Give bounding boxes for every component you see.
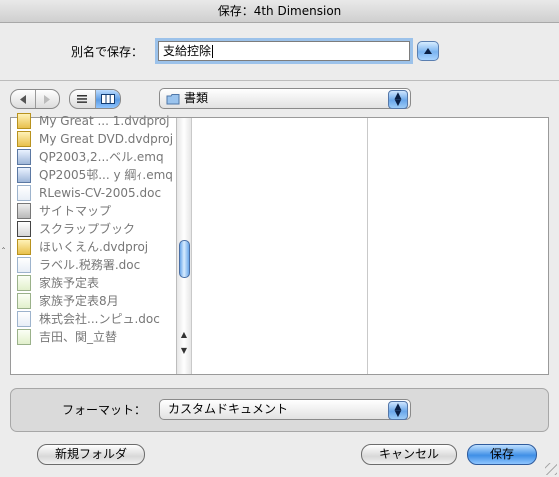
file-list-item[interactable]: RLewis-CV-2005.doc [11,184,176,202]
file-name: 株式会社...ンピュ.doc [39,312,160,326]
txt-file-icon [17,293,31,309]
file-list-item[interactable]: スクラップブック [11,220,176,238]
column-view-button[interactable] [95,90,120,108]
scroll-thumb[interactable] [179,240,190,278]
file-name: サイトマップ [39,204,112,218]
file-list-item[interactable]: QP2005邨... y 綱ｨ.emq [11,166,176,184]
file-list-item[interactable]: 吉田、関_立替 [11,328,176,346]
dvdproj-file-icon [17,131,31,147]
list-view-icon [77,95,88,103]
file-name: QP2005邨... y 綱ｨ.emq [39,168,173,182]
scroll-down-arrow-icon[interactable]: ▼ [179,346,189,355]
text-cursor [212,45,214,58]
folder-icon [166,94,180,105]
location-popup[interactable]: 書類 ▲ ▼ [159,88,411,109]
back-arrow-icon [19,94,26,104]
view-mode-buttons [69,89,121,109]
column-view-icon [100,94,115,104]
vertical-scrollbar[interactable]: ▲ ▼ [176,118,191,374]
file-list-item[interactable]: 家族予定表 [11,274,176,292]
dvdproj-file-icon [17,113,31,129]
resize-grip-icon[interactable] [545,463,557,475]
file-name: My Great DVD.dvdproj [39,132,174,146]
file-list-item[interactable]: My Great ... 1.dvdproj [11,112,176,130]
txt-file-icon [17,275,31,291]
browser-column-1: My Great ... 1.dvdproj My Great DVD.dvdpr… [11,113,192,374]
title-bar: 保存：4th Dimension [0,0,559,23]
doc-file-icon [17,185,31,201]
save-as-label: 別名で保存： [71,45,144,59]
file-list-item[interactable]: ラベル.税務署.doc [11,256,176,274]
doc-file-icon [17,257,31,273]
new-folder-button[interactable]: 新規フォルダ [37,444,145,465]
file-list-item[interactable]: QP2003,2...ベル.emq [11,148,176,166]
file-name: 吉田、関_立替 [39,330,118,344]
file-name: 家族予定表8月 [39,294,119,308]
scroll-up-arrow-icon[interactable]: ▲ [179,330,189,339]
file-name: My Great ... 1.dvdproj [39,114,170,128]
popup-arrows-icon: ▲ ▼ [388,401,408,420]
browser-column-3 [368,118,547,374]
format-value: カスタムドキュメント [168,402,289,416]
forward-button[interactable] [36,90,60,108]
browser-column-2 [192,118,368,374]
txt-file-icon [17,329,31,345]
file-browser: My Great ... 1.dvdproj My Great DVD.dvdpr… [10,113,549,375]
file-name: スクラップブック [39,222,136,236]
save-dialog: 保存：4th Dimension 別名で保存： 支給控除 書類 ▲ ▼ My G… [0,0,559,477]
save-as-value: 支給控除 [163,44,212,58]
file-list-item[interactable]: ほいくえん.dvdproj [11,238,176,256]
cancel-button[interactable]: キャンセル [361,444,457,465]
clip-file-icon [17,221,31,237]
emq-file-icon [17,149,31,165]
popup-arrows-icon: ▲ ▼ [388,90,408,109]
file-list: My Great ... 1.dvdproj My Great DVD.dvdpr… [11,112,176,368]
triangle-up-icon [424,48,432,54]
column-resize-handle-icon[interactable]: ‸ [2,240,5,250]
file-list-item[interactable]: My Great DVD.dvdproj [11,130,176,148]
separator [0,80,559,81]
file-name: 家族予定表 [39,276,100,290]
file-list-item[interactable]: 家族予定表8月 [11,292,176,310]
save-button[interactable]: 保存 [467,444,537,465]
disclosure-toggle-button[interactable] [417,41,439,61]
doc-file-icon [17,311,31,327]
format-popup[interactable]: カスタムドキュメント ▲ ▼ [159,399,411,420]
save-as-field[interactable]: 支給控除 [158,41,410,61]
forward-arrow-icon [44,94,51,104]
dvdproj-file-icon [17,239,31,255]
location-label: 書類 [184,91,209,105]
file-name: QP2003,2...ベル.emq [39,150,164,164]
nav-buttons [10,89,60,109]
window-title: 保存：4th Dimension [217,4,342,18]
file-list-item[interactable]: サイトマップ [11,202,176,220]
format-label: フォーマット： [62,403,147,417]
file-name: ラベル.税務署.doc [39,258,141,272]
file-name: ほいくえん.dvdproj [39,240,149,254]
emq-file-icon [17,167,31,183]
format-group: フォーマット： カスタムドキュメント ▲ ▼ [10,388,549,432]
file-list-item[interactable]: 株式会社...ンピュ.doc [11,310,176,328]
list-view-button[interactable] [70,90,96,108]
file-name: RLewis-CV-2005.doc [39,186,162,200]
site-file-icon [17,203,31,219]
back-button[interactable] [11,90,36,108]
